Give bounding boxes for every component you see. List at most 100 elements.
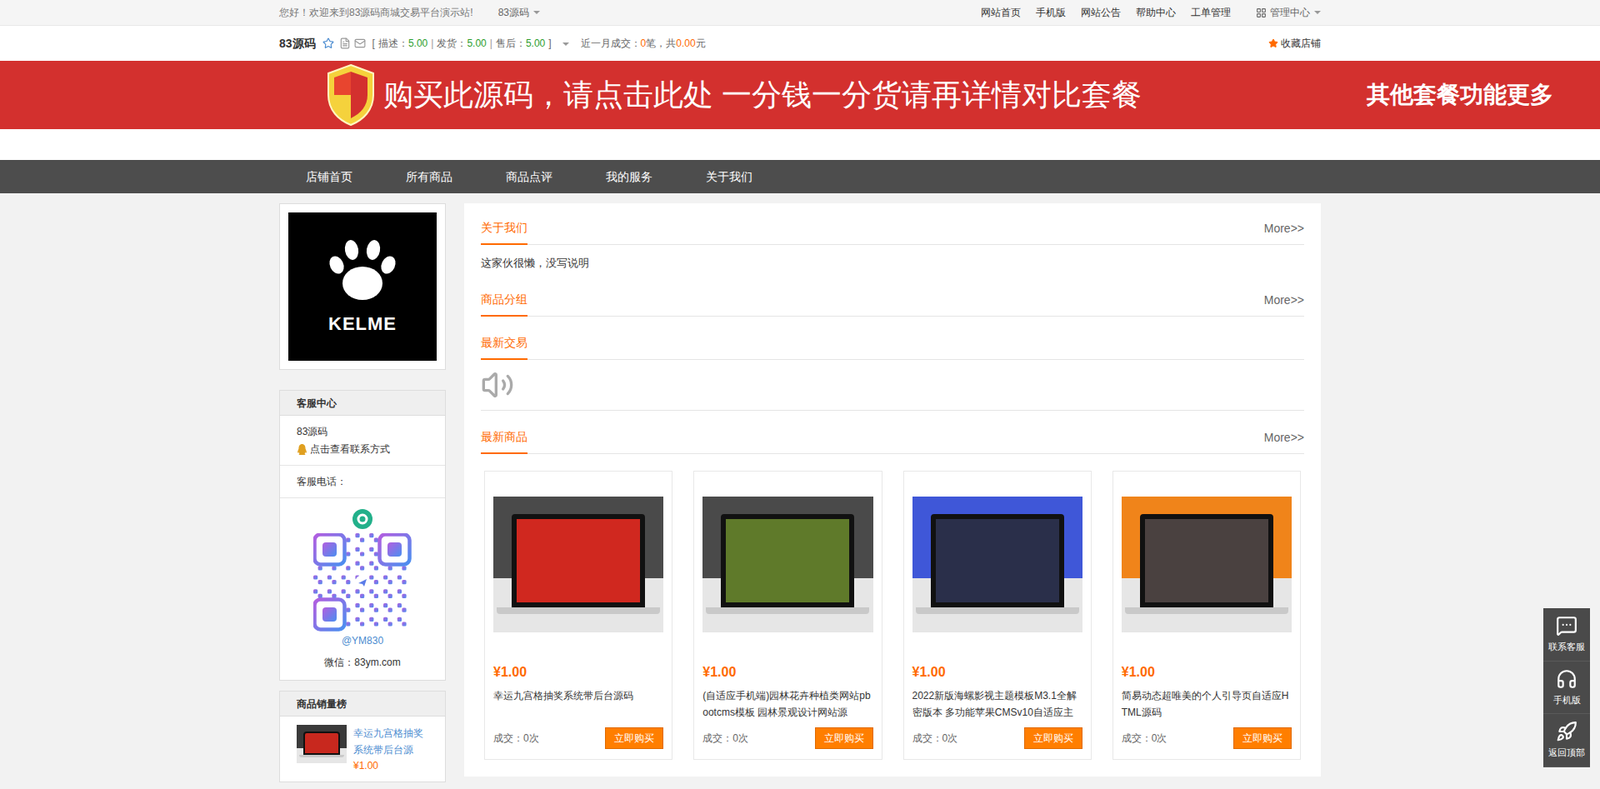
product-grid: ¥1.00 幸运九宫格抽奖系统带后台源码成交：0次 立即购买 ¥1.00 (自适应手机端… [480, 470, 1305, 760]
qr-code-icon [313, 533, 412, 632]
admin-menu[interactable]: 管理中心 [1255, 5, 1321, 20]
page: 您好！欢迎来到83源码商城交易平台演示站!83源码网站首页手机版网站公告帮助中心… [0, 0, 1600, 789]
product-image[interactable] [1121, 496, 1292, 633]
buy-button[interactable]: 立即购买 [1233, 727, 1292, 750]
top-link[interactable]: 网站首页 [980, 5, 1021, 20]
qr-handle: @YM830 [341, 633, 384, 649]
product-image[interactable] [493, 496, 664, 633]
welcome-text: 您好！欢迎来到83源码商城交易平台演示站! [279, 5, 474, 20]
ratings: [描述：5.00|发货：5.00|售后：5.00] [372, 35, 552, 51]
product-card: ¥1.00 (自适应手机端)园林花卉种植类网站pbootcms模板 园林景观设计网… [693, 470, 882, 760]
product-card: ¥1.00 简易动态超唯美的个人引导页自适应HTML源码成交：0次 立即购买 [1112, 470, 1301, 760]
ranking-title[interactable]: 幸运九宫格抽奖系统带后台源 [353, 725, 429, 759]
section-header: 最新交易 [480, 325, 1305, 360]
panel-header: 客服中心 [280, 390, 445, 416]
shop-logo: KELME [288, 212, 437, 361]
promo-banner[interactable]: 购买此源码，请点击此处 一分钱一分货请再详情对比套餐其他套餐功能更多 [0, 60, 1600, 130]
product-image[interactable] [296, 725, 347, 764]
shop-nav: 店铺首页所有商品商品点评我的服务关于我们 [0, 160, 1600, 194]
buy-button[interactable]: 立即购买 [1024, 727, 1083, 750]
product-sales: 成交：0次 [912, 730, 959, 746]
product-title[interactable]: 简易动态超唯美的个人引导页自适应HTML源码 [1121, 687, 1292, 721]
section-title: 关于我们 [480, 219, 528, 245]
site-menu[interactable]: 83源码 [498, 5, 540, 20]
float-tool[interactable]: 返回顶部 [1543, 714, 1590, 768]
document-icon [339, 37, 351, 50]
shop-logo-box: KELME [279, 203, 446, 370]
float-tool[interactable]: 手机版 [1543, 661, 1590, 715]
more-link[interactable]: More>> [1264, 429, 1305, 454]
product-card: ¥1.00 2022新版海螺影视主题模板M3.1全解密版本 多功能苹果CMSv10… [903, 470, 1092, 760]
main-panel: 关于我们More>>这家伙很懒，没写说明商品分组More>>最新交易最新商品Mo… [464, 203, 1321, 777]
product-sales: 成交：0次 [702, 730, 749, 746]
ranking-price: ¥1.00 [353, 758, 429, 774]
top-link[interactable]: 手机版 [1035, 5, 1066, 20]
product-title[interactable]: 幸运九宫格抽奖系统带后台源码 [493, 687, 664, 721]
star-icon[interactable] [322, 37, 335, 50]
caret-icon [1314, 10, 1321, 15]
section-title: 商品分组 [480, 290, 528, 317]
favorite-button[interactable]: 收藏店铺 [1268, 35, 1321, 51]
section-title: 最新交易 [480, 334, 528, 360]
rating-item: 发货：5.00 [436, 35, 486, 51]
headset-icon [1555, 668, 1578, 690]
product-card: ¥1.00幸运九宫格抽奖系统带后台源码成交：0次立即购买 [484, 470, 673, 760]
top-link[interactable]: 工单管理 [1190, 5, 1231, 20]
wechat-id: 微信：83ym.com [324, 655, 400, 670]
shield-icon [325, 63, 377, 127]
product-title[interactable]: 2022新版海螺影视主题模板M3.1全解密版本 多功能苹果CMSv10自适应主 [912, 687, 1083, 721]
product-sales: 成交：0次 [1121, 730, 1168, 746]
chat-icon [1555, 615, 1578, 637]
product-price: ¥1.00 [1121, 662, 1292, 683]
star-icon [1268, 38, 1279, 49]
service-name: 83源码 [296, 424, 429, 440]
banner-text: 购买此源码，请点击此处 一分钱一分货请再详情对比套餐 [383, 72, 1142, 118]
top-link[interactable]: 帮助中心 [1135, 5, 1176, 20]
product-price: ¥1.00 [912, 662, 1083, 683]
float-tool[interactable]: 联系客服 [1543, 608, 1590, 662]
service-phone: 客服电话： [280, 465, 445, 499]
section-header: 商品分组 More>> [480, 281, 1305, 317]
more-link[interactable]: More>> [1264, 291, 1305, 316]
product-image[interactable] [702, 496, 873, 633]
rating-item: 售后：5.00 [495, 35, 545, 51]
top-bar: 您好！欢迎来到83源码商城交易平台演示站! 83源码 网站首页手机版网站公告帮助中心… [0, 0, 1600, 26]
buy-button[interactable]: 立即购买 [605, 727, 664, 750]
grid-icon [1255, 7, 1267, 19]
top-link[interactable]: 网站公告 [1080, 5, 1121, 20]
rating-item: 描述：5.00 [378, 35, 428, 51]
sidebar: KELME 客服中心 83源码点击查看联系方式客服电话： @YM830 微信：83ym.… [279, 203, 446, 783]
product-image[interactable] [912, 496, 1083, 633]
nav-item[interactable]: 店铺首页 [279, 168, 380, 186]
product-price: ¥1.00 [702, 662, 873, 683]
product-price: ¥1.00 [493, 662, 664, 683]
section-header: 关于我们 More>> [480, 210, 1305, 245]
caret-icon [562, 42, 570, 46]
float-toolbar: 联系客服手机版返回顶部 [1543, 608, 1590, 768]
buy-button[interactable]: 立即购买 [815, 727, 874, 750]
qq-icon [296, 444, 308, 455]
about-text: 这家伙很懒，没写说明 [480, 245, 1305, 282]
more-link[interactable]: More>> [1264, 220, 1305, 245]
rocket-icon [1555, 720, 1578, 743]
ranking-panel: 商品销量榜幸运九宫格抽奖系统带后台源¥1.00 [279, 690, 446, 783]
logo-text: KELME [328, 310, 397, 338]
paw-icon [326, 236, 399, 304]
nav-item[interactable]: 所有商品 [379, 168, 480, 186]
contact-link[interactable]: 点击查看联系方式 [296, 441, 429, 457]
section-header: 最新商品 More>> [480, 419, 1305, 455]
nav-item[interactable]: 商品点评 [479, 168, 580, 186]
mail-icon [354, 37, 366, 50]
recent-sales: 近一月成交：0笔，共0.00元 [580, 35, 706, 51]
nav-item[interactable]: 关于我们 [679, 168, 780, 186]
shop-header: 83源码[描述：5.00|发货：5.00|售后：5.00]近一月成交：0笔，共0… [0, 25, 1600, 61]
app-logo-icon [351, 508, 374, 530]
panel-header: 商品销量榜 [280, 691, 445, 717]
product-title[interactable]: (自适应手机端)园林花卉种植类网站pbootcms模板 园林景观设计网站源 [702, 687, 873, 721]
nav-item[interactable]: 我的服务 [579, 168, 680, 186]
ranking-item[interactable]: 幸运九宫格抽奖系统带后台源¥1.00 [280, 716, 445, 782]
caret-icon [533, 10, 540, 15]
service-panel: 客服中心 83源码点击查看联系方式客服电话： @YM830 微信：83ym.com [279, 390, 446, 681]
speaker-icon [480, 368, 515, 402]
section-title: 最新商品 [480, 428, 528, 455]
